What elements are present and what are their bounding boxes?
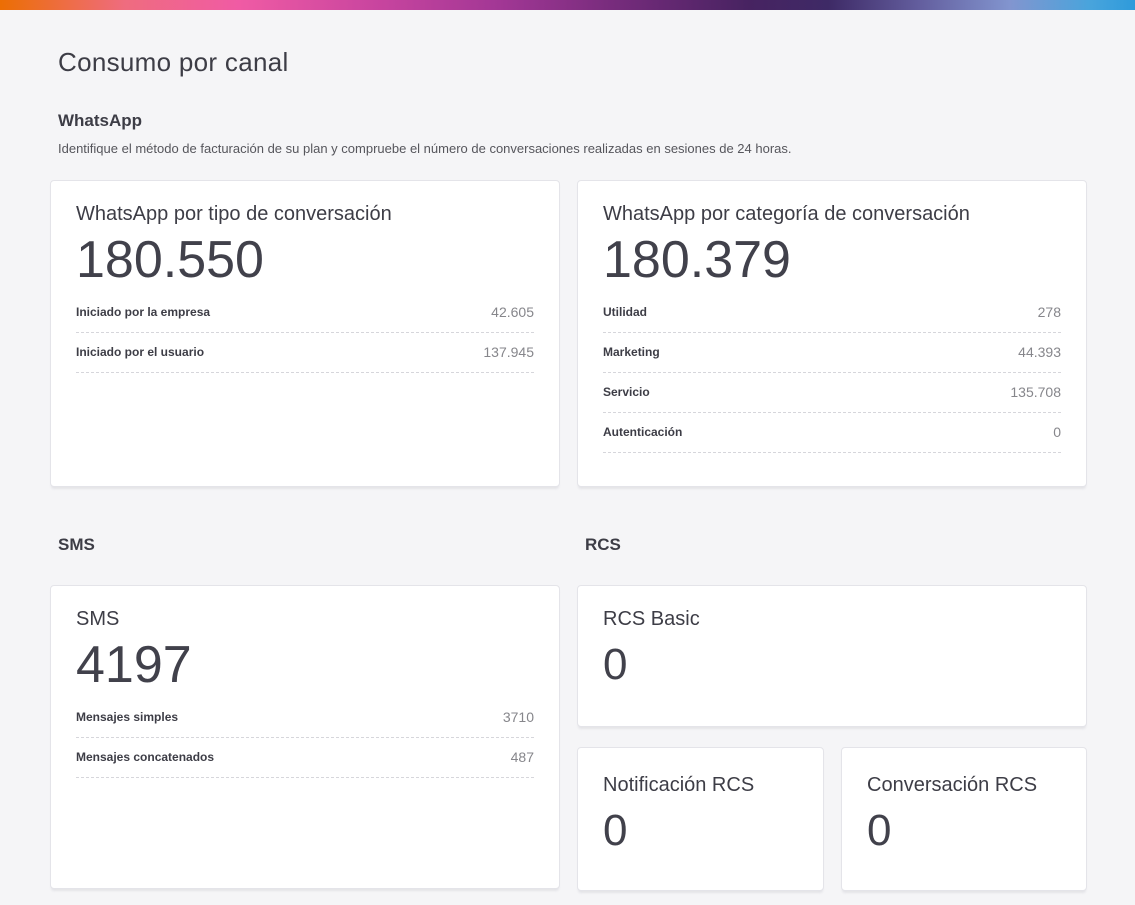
rcs-cards-column: RCS Basic 0 Notificación RCS 0 Conversac…: [577, 585, 1087, 891]
card-title: WhatsApp por tipo de conversación: [76, 203, 392, 225]
page-title: Consumo por canal: [58, 47, 289, 77]
stat-row-value: 135.708: [1010, 384, 1061, 401]
stat-row-value: 42.605: [491, 304, 534, 321]
stat-row-value: 137.945: [483, 344, 534, 361]
stat-row-value: 278: [1037, 304, 1061, 321]
rcs-basic-card: RCS Basic 0: [577, 585, 1087, 727]
stat-row-label: Iniciado por la empresa: [76, 305, 211, 320]
sub-section-headings: SMS RCS: [50, 535, 1087, 555]
section-heading-sms: SMS: [58, 535, 95, 554]
card-title: SMS: [76, 608, 120, 630]
card-title: RCS Basic: [603, 608, 700, 630]
whatsapp-type-card: WhatsApp por tipo de conversación 180.55…: [50, 180, 560, 487]
stat-rows: Utilidad 278 Marketing 44.393 Servicio 1…: [603, 293, 1061, 453]
rcs-notification-card: Notificación RCS 0: [577, 747, 824, 891]
stat-row: Mensajes concatenados 487: [76, 738, 534, 778]
stat-row-label: Servicio: [603, 385, 650, 400]
stat-row-label: Mensajes simples: [76, 710, 179, 725]
stat-row: Iniciado por la empresa 42.605: [76, 293, 534, 333]
whatsapp-cards-row: WhatsApp por tipo de conversación 180.55…: [50, 180, 1087, 487]
stat-row-label: Autenticación: [603, 425, 683, 440]
sms-card: SMS 4197 Mensajes simples 3710 Mensajes …: [50, 585, 560, 889]
rcs-small-cards-row: Notificación RCS 0 Conversación RCS 0: [577, 747, 1087, 891]
sms-rcs-cards-row: SMS 4197 Mensajes simples 3710 Mensajes …: [50, 585, 1087, 891]
stat-row: Iniciado por el usuario 137.945: [76, 333, 534, 373]
card-title: WhatsApp por categoría de conversación: [603, 203, 970, 225]
card-title: Notificación RCS: [603, 774, 755, 796]
stat-row: Utilidad 278: [603, 293, 1061, 333]
stat-row-value: 3710: [502, 709, 534, 726]
stat-row: Mensajes simples 3710: [76, 698, 534, 738]
whatsapp-category-card: WhatsApp por categoría de conversación 1…: [577, 180, 1087, 487]
card-title: Conversación RCS: [867, 774, 1038, 796]
stat-row-value: 0: [1053, 424, 1061, 441]
stat-row: Servicio 135.708: [603, 373, 1061, 413]
stat-row-label: Iniciado por el usuario: [76, 345, 205, 360]
stat-row-label: Marketing: [603, 345, 660, 360]
brand-gradient-bar: [0, 0, 1135, 10]
card-total: 180.550: [76, 231, 264, 289]
main-content: Consumo por canal WhatsApp Identifique e…: [0, 47, 1135, 891]
section-heading-rcs: RCS: [585, 535, 621, 554]
stat-row: Marketing 44.393: [603, 333, 1061, 373]
stat-row-label: Mensajes concatenados: [76, 750, 215, 765]
stat-row-value: 44.393: [1018, 344, 1061, 361]
stat-rows: Mensajes simples 3710 Mensajes concatena…: [76, 698, 534, 778]
whatsapp-section-description: Identifique el método de facturación de …: [58, 141, 792, 156]
rcs-conversation-card: Conversación RCS 0: [841, 747, 1087, 891]
section-heading-whatsapp: WhatsApp: [58, 111, 143, 130]
card-total: 0: [867, 806, 892, 855]
stat-rows: Iniciado por la empresa 42.605 Iniciado …: [76, 293, 534, 373]
card-total: 4197: [76, 636, 192, 694]
stat-row-label: Utilidad: [603, 305, 647, 320]
stat-row: Autenticación 0: [603, 413, 1061, 453]
card-total: 0: [603, 806, 628, 855]
stat-row-value: 487: [510, 749, 534, 766]
card-total: 180.379: [603, 231, 791, 289]
card-total: 0: [603, 640, 628, 689]
